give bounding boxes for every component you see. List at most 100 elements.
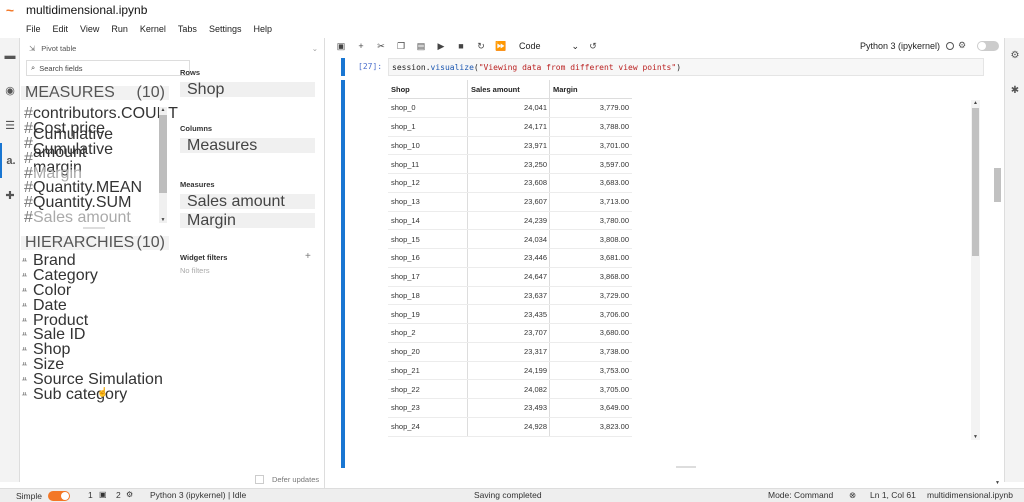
shop-cell[interactable]: shop_16 xyxy=(388,253,467,262)
simple-mode-toggle[interactable] xyxy=(47,490,70,501)
notebook-scrollbar[interactable]: ▼ xyxy=(993,58,1002,486)
shop-cell[interactable]: shop_1 xyxy=(388,122,467,131)
shop-cell[interactable]: shop_18 xyxy=(388,291,467,300)
hierarchies-section-header[interactable]: HIERARCHIES (10) xyxy=(21,234,169,251)
sales-amount-cell[interactable]: 24,928 xyxy=(467,417,549,436)
shop-cell[interactable]: shop_11 xyxy=(388,160,467,169)
margin-cell[interactable]: 3,701.00 xyxy=(549,136,631,155)
cell-type-select[interactable]: Code ⌄ xyxy=(519,41,579,52)
terminal-count[interactable]: 1 xyxy=(88,490,93,500)
margin-cell[interactable]: 3,681.00 xyxy=(549,249,631,267)
chevron-down-icon[interactable]: ⌄ xyxy=(312,44,318,53)
scrollbar-thumb[interactable] xyxy=(159,115,167,193)
margin-cell[interactable]: 3,753.00 xyxy=(549,361,631,380)
cell-collapser[interactable] xyxy=(341,58,345,76)
margin-cell[interactable]: 3,788.00 xyxy=(549,117,631,136)
extension-icon[interactable]: ✚ xyxy=(0,178,20,213)
margin-cell[interactable]: 3,808.00 xyxy=(549,230,631,248)
sales-amount-cell[interactable]: 24,041 xyxy=(467,99,549,117)
menu-run[interactable]: Run xyxy=(111,24,128,34)
git-refresh-icon[interactable]: ↺ xyxy=(583,41,603,52)
kernel-name[interactable]: Python 3 (ipykernel) xyxy=(860,41,940,51)
kernel-status[interactable]: Python 3 (ipykernel) | Idle xyxy=(150,490,246,500)
stop-icon[interactable]: ■ xyxy=(451,41,471,51)
menu-tabs[interactable]: Tabs xyxy=(178,24,197,34)
scrollbar-thumb[interactable] xyxy=(994,168,1001,202)
atoti-icon[interactable]: a. xyxy=(0,143,20,178)
restart-icon[interactable]: ↻ xyxy=(471,41,491,52)
margin-cell[interactable]: 3,705.00 xyxy=(549,380,631,398)
margin-cell[interactable]: 3,780.00 xyxy=(549,211,631,230)
sales-amount-cell[interactable]: 23,608 xyxy=(467,174,549,192)
measures-chip-margin[interactable]: Margin xyxy=(180,212,315,229)
add-filter-icon[interactable]: + xyxy=(305,251,311,262)
shop-cell[interactable]: shop_20 xyxy=(388,347,467,356)
paste-icon[interactable]: ▤ xyxy=(411,41,431,52)
margin-cell[interactable]: 3,868.00 xyxy=(549,267,631,286)
shop-cell[interactable]: shop_21 xyxy=(388,366,467,375)
shop-cell[interactable]: shop_15 xyxy=(388,235,467,244)
search-fields-input[interactable]: ⌕ Search fields xyxy=(26,60,190,76)
output-resize-handle[interactable] xyxy=(676,466,696,468)
scroll-up-icon[interactable]: ▲ xyxy=(159,107,167,113)
add-cell-icon[interactable]: + xyxy=(351,41,371,51)
shop-cell[interactable]: shop_2 xyxy=(388,328,467,337)
sales-amount-cell[interactable]: 23,250 xyxy=(467,155,549,173)
menu-kernel[interactable]: Kernel xyxy=(140,24,166,34)
menu-file[interactable]: File xyxy=(26,24,41,34)
sales-amount-cell[interactable]: 24,171 xyxy=(467,117,549,136)
margin-cell[interactable]: 3,823.00 xyxy=(549,417,631,436)
sales-amount-cell[interactable]: 23,317 xyxy=(467,342,549,361)
shop-cell[interactable]: shop_14 xyxy=(388,216,467,225)
run-all-icon[interactable]: ⏩ xyxy=(491,41,511,52)
defer-updates-checkbox[interactable] xyxy=(255,475,264,484)
sales-amount-cell[interactable]: 24,034 xyxy=(467,230,549,248)
scroll-down-icon[interactable]: ▼ xyxy=(971,434,980,440)
measures-scrollbar[interactable]: ▲ ▼ xyxy=(159,107,167,223)
running-icon[interactable]: ◉ xyxy=(0,73,20,108)
shop-cell[interactable]: shop_24 xyxy=(388,422,467,431)
shop-cell[interactable]: shop_23 xyxy=(388,403,467,412)
rows-chip-shop[interactable]: Shop xyxy=(180,81,315,98)
kernel-count[interactable]: 2 xyxy=(116,490,121,500)
output-collapser[interactable] xyxy=(341,80,345,468)
scrollbar-thumb[interactable] xyxy=(972,108,979,256)
trusted-icon[interactable]: ⊗ xyxy=(849,490,856,501)
shop-cell[interactable]: shop_17 xyxy=(388,272,467,281)
kernel-settings-icon[interactable]: ⚙ xyxy=(958,40,966,51)
menu-view[interactable]: View xyxy=(80,24,99,34)
sales-amount-cell[interactable]: 24,239 xyxy=(467,211,549,230)
toc-icon[interactable]: ☰ xyxy=(0,108,20,143)
scroll-down-icon[interactable]: ▼ xyxy=(993,480,1002,486)
menu-help[interactable]: Help xyxy=(253,24,272,34)
menu-edit[interactable]: Edit xyxy=(53,24,69,34)
defer-updates[interactable]: Defer updates xyxy=(255,475,319,484)
measures-section-header[interactable]: MEASURES (10) xyxy=(21,84,169,101)
code-editor[interactable]: session. visualize("Viewing data from dif… xyxy=(388,58,984,76)
section-resize-handle[interactable] xyxy=(83,227,105,229)
sales-amount-cell[interactable]: 23,707 xyxy=(467,324,549,342)
scroll-down-icon[interactable]: ▼ xyxy=(159,217,167,223)
sales-amount-cell[interactable]: 23,607 xyxy=(467,192,549,211)
margin-cell[interactable]: 3,738.00 xyxy=(549,342,631,361)
settings-gear-icon[interactable]: ⚙ xyxy=(1005,38,1024,73)
margin-cell[interactable]: 3,680.00 xyxy=(549,324,631,342)
shop-cell[interactable]: shop_12 xyxy=(388,178,467,187)
copy-icon[interactable]: ❐ xyxy=(391,41,411,52)
cut-icon[interactable]: ✂ xyxy=(371,41,391,52)
run-icon[interactable]: ▶ xyxy=(431,41,451,52)
sales-amount-cell[interactable]: 23,637 xyxy=(467,286,549,305)
sales-amount-cell[interactable]: 24,199 xyxy=(467,361,549,380)
margin-cell[interactable]: 3,713.00 xyxy=(549,192,631,211)
shop-cell[interactable]: shop_19 xyxy=(388,310,467,319)
hierarchy-item[interactable]: ᚇ Sub category xyxy=(21,386,167,403)
header-margin[interactable]: Margin xyxy=(549,79,631,99)
shop-cell[interactable]: shop_13 xyxy=(388,197,467,206)
scroll-up-icon[interactable]: ▲ xyxy=(971,100,980,106)
header-sales-amount[interactable]: Sales amount xyxy=(467,79,549,99)
shop-cell[interactable]: shop_22 xyxy=(388,385,467,394)
cursor-position[interactable]: Ln 1, Col 61 xyxy=(870,490,916,500)
folder-icon[interactable]: ▬ xyxy=(0,38,20,73)
sales-amount-cell[interactable]: 23,493 xyxy=(467,399,549,417)
sales-amount-cell[interactable]: 23,446 xyxy=(467,249,549,267)
